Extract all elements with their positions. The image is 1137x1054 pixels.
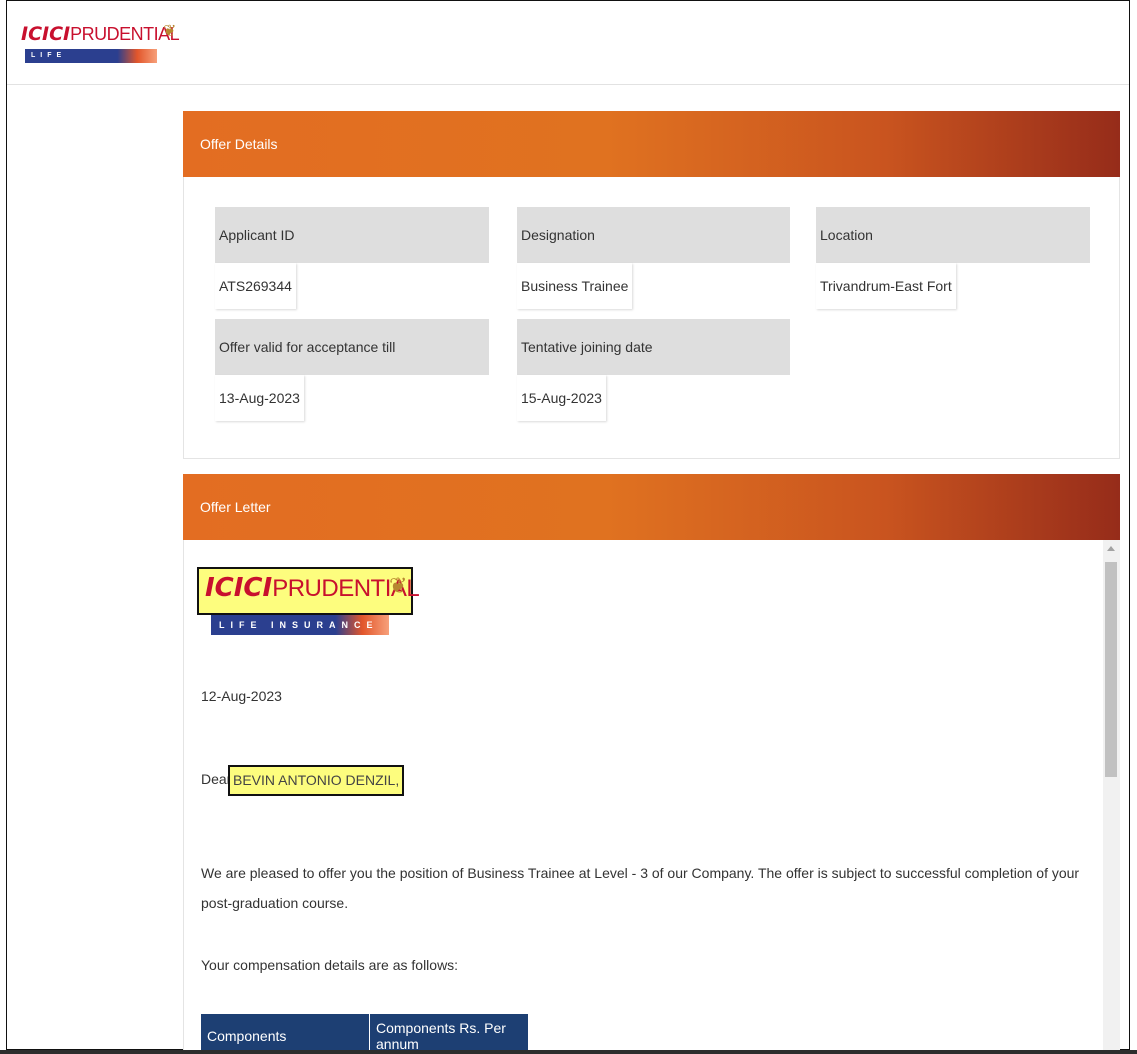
- scroll-up-arrow-icon[interactable]: [1107, 546, 1115, 551]
- designation-label: Designation: [517, 207, 790, 263]
- letter-date: 12-Aug-2023: [201, 688, 282, 704]
- location-label: Location: [816, 207, 1090, 263]
- letter-salutation-line: Dear: [201, 768, 231, 790]
- designation-field: Designation Business Trainee: [517, 207, 790, 309]
- letter-salutation: Dear: [201, 771, 232, 787]
- applicant-id-value: ATS269344: [215, 263, 296, 309]
- header-logo[interactable]: ICICIPRUDENTIAL ❦ LIFE INSURANCE: [21, 23, 181, 73]
- bottom-taskbar-strip: [0, 1050, 1137, 1054]
- letter-logo-tagline: LIFE INSURANCE: [211, 615, 389, 635]
- logo-feather-icon: ❦: [163, 23, 177, 40]
- offer-details-body: Applicant ID ATS269344 Designation Busin…: [183, 177, 1120, 459]
- joining-date-value: 15-Aug-2023: [517, 375, 606, 421]
- location-field: Location Trivandrum-East Fort: [816, 207, 1090, 309]
- table-header-row: Components Components Rs. Per annum: [201, 1014, 529, 1051]
- offer-valid-till-field: Offer valid for acceptance till 13-Aug-2…: [215, 319, 489, 421]
- letter-paragraph-compensation: Your compensation details are as follows…: [201, 957, 459, 973]
- page-frame: ICICIPRUDENTIAL ❦ LIFE INSURANCE Offer D…: [6, 0, 1130, 1051]
- offer-letter-content[interactable]: ICICIPRUDENTIAL ❦ LIFE INSURANCE 12-Aug-…: [183, 540, 1120, 1051]
- offer-valid-till-value: 13-Aug-2023: [215, 375, 304, 421]
- joining-date-field: Tentative joining date 15-Aug-2023: [517, 319, 790, 421]
- offer-letter-header: Offer Letter: [183, 474, 1120, 540]
- logo-tagline: LIFE INSURANCE: [25, 49, 157, 73]
- offer-valid-till-label: Offer valid for acceptance till: [215, 319, 489, 375]
- letter-paragraph-offer: We are pleased to offer you the position…: [201, 865, 1080, 911]
- location-value: Trivandrum-East Fort: [816, 263, 956, 309]
- table-header-components: Components: [201, 1014, 370, 1051]
- top-bar: ICICIPRUDENTIAL ❦ LIFE INSURANCE: [7, 1, 1129, 85]
- letter-scrollbar[interactable]: [1103, 540, 1120, 1051]
- logo-icici-text: ICICI: [21, 23, 71, 45]
- table-header-amount: Components Rs. Per annum: [369, 1014, 529, 1051]
- designation-value: Business Trainee: [517, 263, 633, 309]
- joining-date-label: Tentative joining date: [517, 319, 790, 375]
- applicant-id-field: Applicant ID ATS269344: [215, 207, 489, 309]
- letter-logo-icici-text: ICICI: [205, 573, 273, 603]
- compensation-table: Components Components Rs. Per annum: [201, 1014, 529, 1051]
- offer-details-header: Offer Details: [183, 111, 1120, 177]
- offer-details-title: Offer Details: [200, 136, 278, 152]
- offer-letter-title: Offer Letter: [200, 499, 271, 515]
- scroll-thumb[interactable]: [1105, 562, 1117, 777]
- applicant-id-label: Applicant ID: [215, 207, 489, 263]
- letter-recipient-name: BEVIN ANTONIO DENZIL,: [228, 765, 405, 796]
- letter-logo-feather-icon: ❦: [389, 573, 408, 598]
- letter-logo: ICICIPRUDENTIAL ❦: [197, 567, 420, 615]
